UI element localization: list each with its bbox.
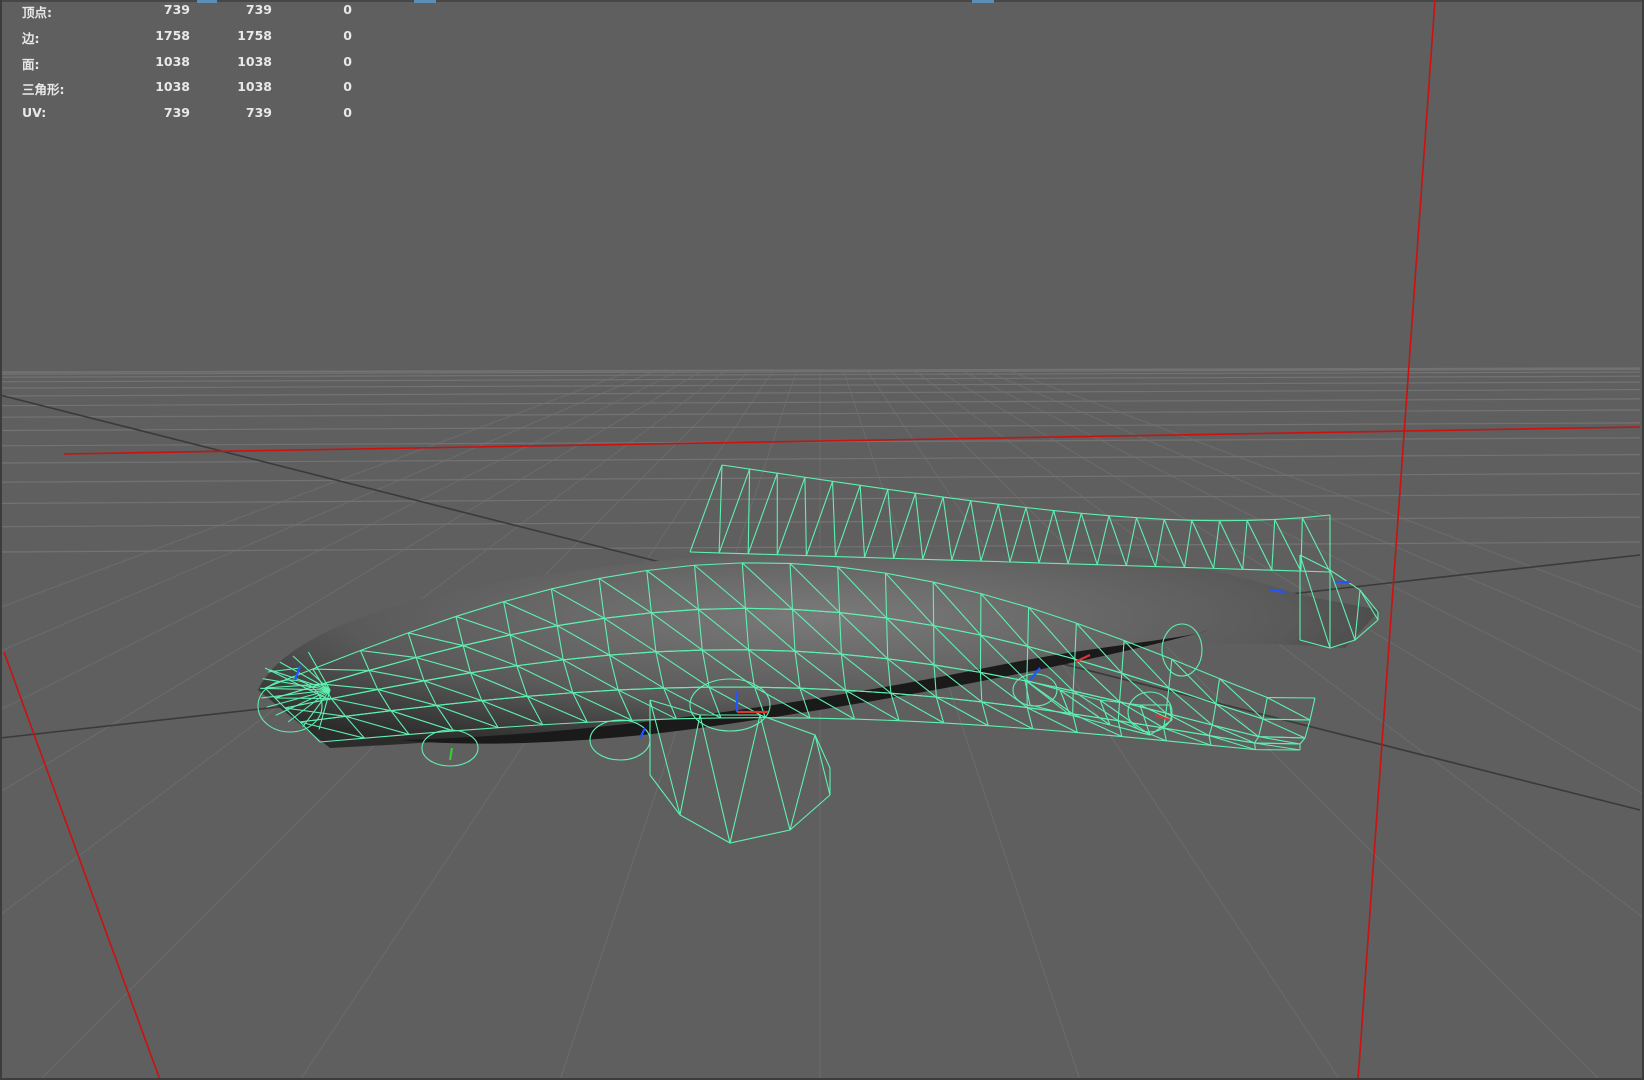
hud-label: 三角形: bbox=[22, 82, 65, 98]
mesh-edge bbox=[834, 485, 861, 557]
hud-row-edges: 边: 1758 1758 0 bbox=[22, 28, 352, 54]
grid-line bbox=[915, 371, 1644, 919]
mesh-edge bbox=[1254, 742, 1256, 750]
hud-value: 739 bbox=[245, 105, 272, 121]
hud-row-faces: 面: 1038 1038 0 bbox=[22, 54, 352, 80]
mesh-edge bbox=[1274, 519, 1302, 572]
grid-line bbox=[843, 371, 1081, 1080]
mesh-edge bbox=[1118, 673, 1123, 702]
hud-value: 1038 bbox=[155, 53, 190, 69]
mesh-edge bbox=[747, 469, 751, 554]
mesh-edge bbox=[831, 481, 837, 557]
mesh-edge bbox=[1072, 659, 1076, 691]
grid-line bbox=[867, 371, 1341, 1080]
mesh-edge bbox=[1246, 520, 1273, 571]
poly-count-hud: 顶点: 739 739 0 边: 1758 1758 0 面: 1038 103… bbox=[22, 2, 352, 131]
mesh-edge bbox=[759, 714, 791, 831]
mesh-edge bbox=[1154, 519, 1165, 567]
mesh-edge bbox=[1208, 735, 1212, 746]
mesh-edge bbox=[1309, 697, 1316, 721]
mesh-edge bbox=[1299, 737, 1306, 745]
hud-value: 0 bbox=[343, 53, 352, 69]
mesh-edge bbox=[814, 734, 831, 796]
hud-value: 1038 bbox=[237, 53, 272, 69]
mesh-edge bbox=[1254, 736, 1260, 744]
mesh-edge bbox=[1219, 678, 1264, 720]
hud-value: 0 bbox=[343, 79, 352, 95]
hud-value: 1038 bbox=[155, 79, 190, 95]
mesh-edge bbox=[776, 477, 806, 555]
mesh-edge bbox=[649, 774, 831, 844]
mesh-edge bbox=[1301, 517, 1331, 573]
mesh-edge bbox=[1026, 707, 1034, 730]
grid-line bbox=[987, 371, 1644, 654]
viewport-scene[interactable] bbox=[0, 0, 1644, 1080]
hud-row-vertices: 顶点: 739 739 0 bbox=[22, 2, 352, 28]
mesh-edge bbox=[747, 472, 778, 555]
hud-label: UV: bbox=[22, 105, 47, 121]
mesh-edge bbox=[1215, 678, 1221, 704]
grid-line bbox=[1011, 371, 1644, 610]
mesh-edge bbox=[1184, 520, 1193, 568]
mesh-edge bbox=[1117, 720, 1123, 737]
mesh-edge bbox=[1304, 719, 1311, 739]
hud-row-uvs: UV: 739 739 0 bbox=[22, 105, 352, 131]
hud-value: 1038 bbox=[237, 79, 272, 95]
grid-line bbox=[939, 371, 1644, 796]
hud-label: 边: bbox=[22, 30, 40, 46]
camera-frustum bbox=[3, 0, 1641, 1080]
hud-value: 0 bbox=[343, 2, 352, 17]
hud-value: 0 bbox=[343, 105, 352, 121]
mesh-edge bbox=[1262, 718, 1306, 739]
mesh-edge bbox=[718, 468, 751, 554]
hud-value: 739 bbox=[245, 2, 272, 17]
hud-label: 顶点: bbox=[22, 5, 52, 20]
mesh-edge bbox=[1168, 659, 1173, 689]
hud-value: 739 bbox=[163, 105, 190, 121]
hud-value: 0 bbox=[343, 27, 352, 43]
hud-value: 1758 bbox=[155, 27, 190, 43]
fish-body-surface bbox=[258, 546, 1380, 748]
hud-value: 1758 bbox=[237, 27, 272, 43]
3d-viewport[interactable]: 顶点: 739 739 0 边: 1758 1758 0 面: 1038 103… bbox=[0, 0, 1644, 1080]
hud-row-triangles: 三角形: 1038 1038 0 bbox=[22, 79, 352, 105]
ground-grid bbox=[0, 367, 1644, 1080]
mesh-edge bbox=[1012, 673, 1058, 707]
hud-label: 面: bbox=[22, 56, 40, 72]
mesh-edge bbox=[1163, 727, 1167, 741]
mesh-edge bbox=[1208, 724, 1213, 736]
mesh-edge bbox=[699, 714, 731, 844]
grid-line bbox=[963, 371, 1644, 713]
mesh-edge bbox=[721, 464, 1331, 522]
mesh-edge bbox=[729, 714, 761, 844]
mesh-edge bbox=[804, 477, 807, 556]
mesh-edge bbox=[1258, 718, 1264, 737]
mesh-edge bbox=[274, 697, 332, 700]
mesh-edge bbox=[1211, 703, 1217, 726]
mesh-edge bbox=[789, 734, 816, 831]
hud-value: 739 bbox=[163, 2, 190, 17]
mesh-edge bbox=[1117, 701, 1121, 721]
